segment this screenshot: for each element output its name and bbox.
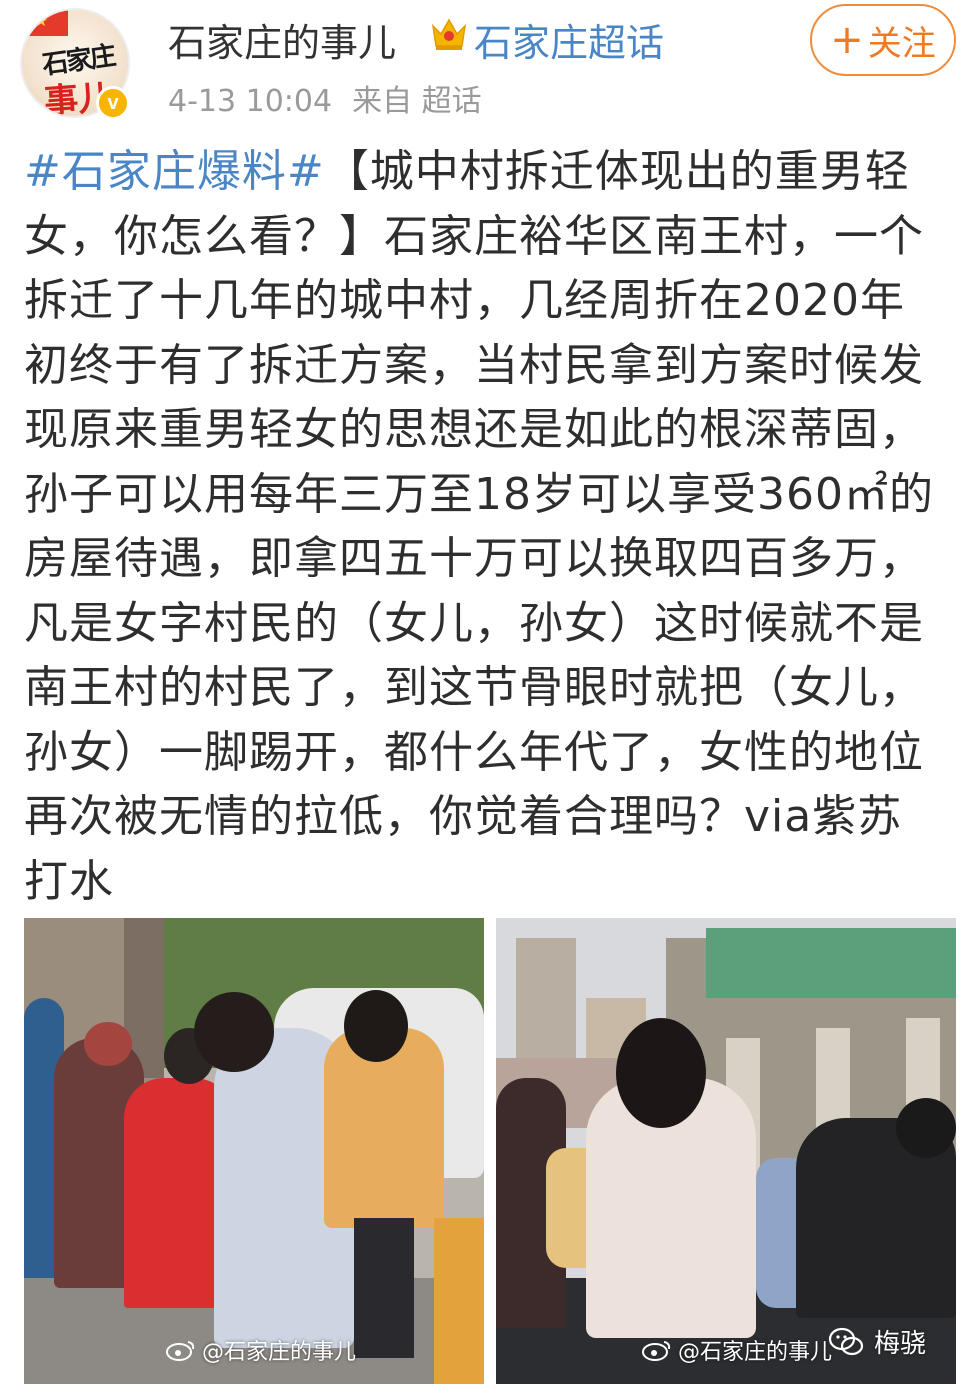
post-photo-1[interactable]: @石家庄的事儿 [24,918,484,1384]
photo-watermark: @石家庄的事儿 [166,1334,356,1366]
photo-watermark: @石家庄的事儿 [642,1334,832,1366]
flag-icon [28,10,68,36]
verified-icon: v [96,86,130,120]
weibo-icon [166,1341,195,1361]
watermark-text: @石家庄的事儿 [678,1340,833,1365]
supertopic-link[interactable]: 石家庄超话 [474,12,664,67]
post-photo-2[interactable]: @石家庄的事儿 梅骁 [496,918,956,1384]
plus-icon: + [830,17,864,63]
follow-label: 关注 [867,23,936,64]
crown-icon [431,18,467,50]
post-meta: 4-13 10:04 来自 超话 [168,76,502,120]
post-source[interactable]: 来自 超话 [352,84,482,119]
wechat-account-name: 梅骁 [873,1329,926,1359]
watermark-text: @石家庄的事儿 [202,1340,357,1365]
hashtag-link[interactable]: #石家庄爆料# [24,146,325,197]
post-time: 4-13 10:04 [168,84,333,119]
follow-button[interactable]: + 关注 [810,4,956,76]
post-text: #石家庄爆料#【城中村拆迁体现出的重男轻女，你怎么看？】石家庄裕华区南王村，一个… [24,140,946,914]
post-header: 石家庄 事儿 v 石家庄的事儿 石家庄超话 4-13 10:04来自 超话 + … [0,0,962,130]
author-name[interactable]: 石家庄的事儿 [168,12,396,67]
weibo-icon [642,1341,671,1361]
post-body: 【城中村拆迁体现出的重男轻女，你怎么看？】石家庄裕华区南王村，一个拆迁了十几年的… [24,146,934,907]
wechat-watermark: 梅骁 [828,1323,926,1360]
wechat-icon [828,1327,864,1355]
